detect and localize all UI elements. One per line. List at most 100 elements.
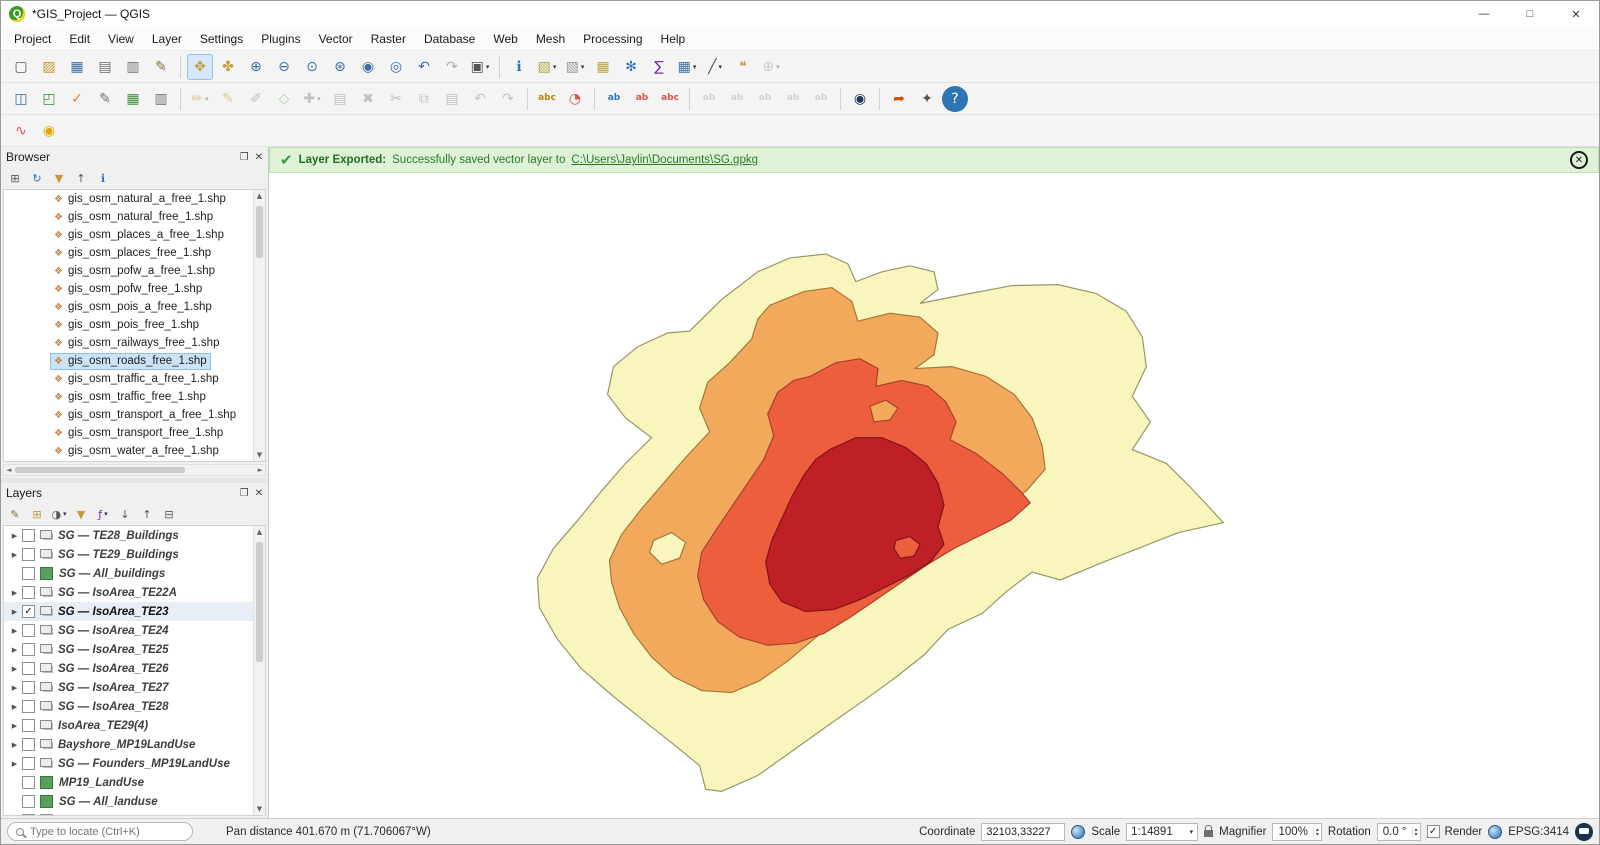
browser-item[interactable]: ❖gis_osm_pofw_a_free_1.shp — [4, 262, 253, 280]
new-map-view-button[interactable]: ▣▾ — [467, 54, 493, 80]
layer-item[interactable]: ▶SG — IsoArea_TE24 — [4, 621, 253, 640]
layer-item[interactable]: MP19_LandUse — [4, 773, 253, 792]
change-label-button[interactable]: ab — [752, 86, 778, 112]
layers-close-button[interactable]: ✕ — [255, 488, 263, 499]
layer-checkbox[interactable] — [22, 662, 35, 675]
new-temporary-scratch-layer-button[interactable]: ▦ — [120, 86, 146, 112]
browser-item[interactable]: ❖gis_osm_transport_a_free_1.shp — [4, 406, 253, 424]
menu-edit[interactable]: Edit — [60, 29, 99, 49]
scale-lock-button[interactable] — [1204, 830, 1213, 837]
expand-arrow-icon[interactable]: ▶ — [8, 627, 21, 635]
layer-checkbox[interactable] — [22, 700, 35, 713]
plugin-chart-button[interactable]: ∿ — [8, 118, 34, 144]
message-close-button[interactable]: ✕ — [1570, 151, 1588, 169]
expand-all-button[interactable]: ↓ — [115, 504, 135, 524]
dropdown-caret-icon[interactable]: ▾ — [718, 63, 722, 71]
profile-tool-button[interactable]: ✦ — [914, 86, 940, 112]
layer-item[interactable]: SG — All_buildings — [4, 564, 253, 583]
expand-arrow-icon[interactable]: ▶ — [8, 684, 21, 692]
dropdown-caret-icon[interactable]: ▾ — [104, 510, 108, 518]
menu-web[interactable]: Web — [484, 29, 526, 49]
layer-styling-button[interactable]: ✎ — [5, 504, 25, 524]
browser-horizontal-scrollbar[interactable]: ◄ ► — [3, 464, 266, 476]
layer-checkbox[interactable] — [22, 776, 35, 789]
save-project-button[interactable]: ▦ — [64, 54, 90, 80]
add-feature-button[interactable]: ◇ — [271, 86, 297, 112]
attribute-table-button[interactable]: ▦▾ — [674, 54, 700, 80]
new-shapefile-layer-button[interactable]: ✓ — [64, 86, 90, 112]
expand-arrow-icon[interactable]: ▶ — [8, 589, 21, 597]
deselect-features-button[interactable]: ▧▾ — [562, 54, 588, 80]
pan-map-button[interactable]: ✥ — [187, 54, 213, 80]
measure-button[interactable]: ╱▾ — [702, 54, 728, 80]
layer-item[interactable]: ▼OpenStreetMap — [4, 811, 253, 815]
quick-map-services-button[interactable]: ➦ — [886, 86, 912, 112]
pan-to-selection-button[interactable]: ✤ — [215, 54, 241, 80]
map-canvas[interactable] — [269, 173, 1599, 818]
label-abc-button[interactable]: abc — [657, 86, 683, 112]
modify-attributes-button[interactable]: ▤ — [327, 86, 353, 112]
layer-checkbox[interactable] — [22, 681, 35, 694]
locate-search[interactable] — [7, 822, 193, 841]
zoom-last-button[interactable]: ↶ — [411, 54, 437, 80]
browser-refresh-button[interactable]: ↻ — [27, 168, 47, 188]
scroll-thumb[interactable] — [15, 467, 185, 473]
minimize-button[interactable]: — — [1461, 1, 1507, 27]
layer-checkbox[interactable] — [22, 529, 35, 542]
layer-diagram-button[interactable]: ◔ — [562, 86, 588, 112]
spin-down-icon[interactable]: ▾ — [1316, 832, 1319, 837]
expand-arrow-icon[interactable]: ▶ — [8, 608, 21, 616]
scroll-up-icon[interactable]: ▲ — [255, 190, 264, 202]
layer-checkbox[interactable] — [22, 719, 35, 732]
zoom-full-button[interactable]: ⊛ — [327, 54, 353, 80]
zoom-to-layer-button[interactable]: ◎ — [383, 54, 409, 80]
browser-item[interactable]: ❖gis_osm_railways_free_1.shp — [4, 334, 253, 352]
log-messages-button[interactable] — [1575, 823, 1593, 841]
current-edits-button[interactable]: ✏▾ — [187, 86, 213, 112]
layer-checkbox[interactable] — [22, 586, 35, 599]
dropdown-caret-icon[interactable]: ▾ — [553, 63, 557, 71]
crs-label[interactable]: EPSG:3414 — [1508, 826, 1569, 838]
menu-mesh[interactable]: Mesh — [527, 29, 574, 49]
zoom-magnifier-button[interactable]: ⊕▾ — [758, 54, 784, 80]
browser-item[interactable]: ❖gis_osm_traffic_a_free_1.shp — [4, 370, 253, 388]
menu-plugins[interactable]: Plugins — [252, 29, 309, 49]
layer-item[interactable]: ▶✓SG — IsoArea_TE23 — [4, 602, 253, 621]
menu-layer[interactable]: Layer — [143, 29, 191, 49]
layer-item[interactable]: ▶SG — IsoArea_TE26 — [4, 659, 253, 678]
filter-by-expression-button[interactable]: ƒ▾ — [93, 504, 113, 524]
render-checkbox[interactable]: ✓ Render — [1427, 825, 1483, 838]
layer-item[interactable]: ▶Bayshore_MP19LandUse — [4, 735, 253, 754]
coordinate-input[interactable] — [981, 823, 1065, 841]
identify-features-button[interactable]: ℹ — [506, 54, 532, 80]
browser-collapse-all-button[interactable]: ↑ — [71, 168, 91, 188]
layer-checkbox[interactable] — [22, 643, 35, 656]
dropdown-caret-icon[interactable]: ▾ — [205, 95, 209, 103]
dropdown-caret-icon[interactable]: ▾ — [693, 63, 697, 71]
layer-checkbox[interactable] — [22, 624, 35, 637]
scroll-up-icon[interactable]: ▲ — [255, 526, 264, 538]
rotation-spinner[interactable]: 0.0 ° ▴ ▾ — [1377, 823, 1421, 841]
toggle-editing-button[interactable]: ✎ — [215, 86, 241, 112]
statistics-summary-button[interactable]: ∑ — [646, 54, 672, 80]
paste-features-button[interactable]: ▤ — [439, 86, 465, 112]
browser-item[interactable]: ❖gis_osm_places_free_1.shp — [4, 244, 253, 262]
layer-item[interactable]: ▶SG — TE28_Buildings — [4, 526, 253, 545]
browser-item[interactable]: ❖gis_osm_pois_free_1.shp — [4, 316, 253, 334]
layout-manager-button[interactable]: ▥ — [120, 54, 146, 80]
layer-checkbox[interactable]: ✓ — [22, 605, 35, 618]
cut-features-button[interactable]: ✂ — [383, 86, 409, 112]
expand-arrow-icon[interactable]: ▶ — [8, 741, 21, 749]
expand-arrow-icon[interactable]: ▶ — [8, 722, 21, 730]
layer-checkbox[interactable] — [22, 795, 35, 808]
layer-checkbox[interactable] — [22, 567, 35, 580]
delete-selected-button[interactable]: ✖ — [355, 86, 381, 112]
remove-layer-button[interactable]: ⊟ — [159, 504, 179, 524]
filter-legend-button[interactable]: ▼ — [71, 504, 91, 524]
layer-checkbox[interactable] — [22, 548, 35, 561]
browser-item[interactable]: ❖gis_osm_transport_free_1.shp — [4, 424, 253, 442]
collapse-all-layers-button[interactable]: ↑ — [137, 504, 157, 524]
browser-item[interactable]: ❖gis_osm_traffic_free_1.shp — [4, 388, 253, 406]
browser-properties-button[interactable]: ℹ — [93, 168, 113, 188]
browser-vertical-scrollbar[interactable]: ▲ ▼ — [253, 190, 265, 461]
